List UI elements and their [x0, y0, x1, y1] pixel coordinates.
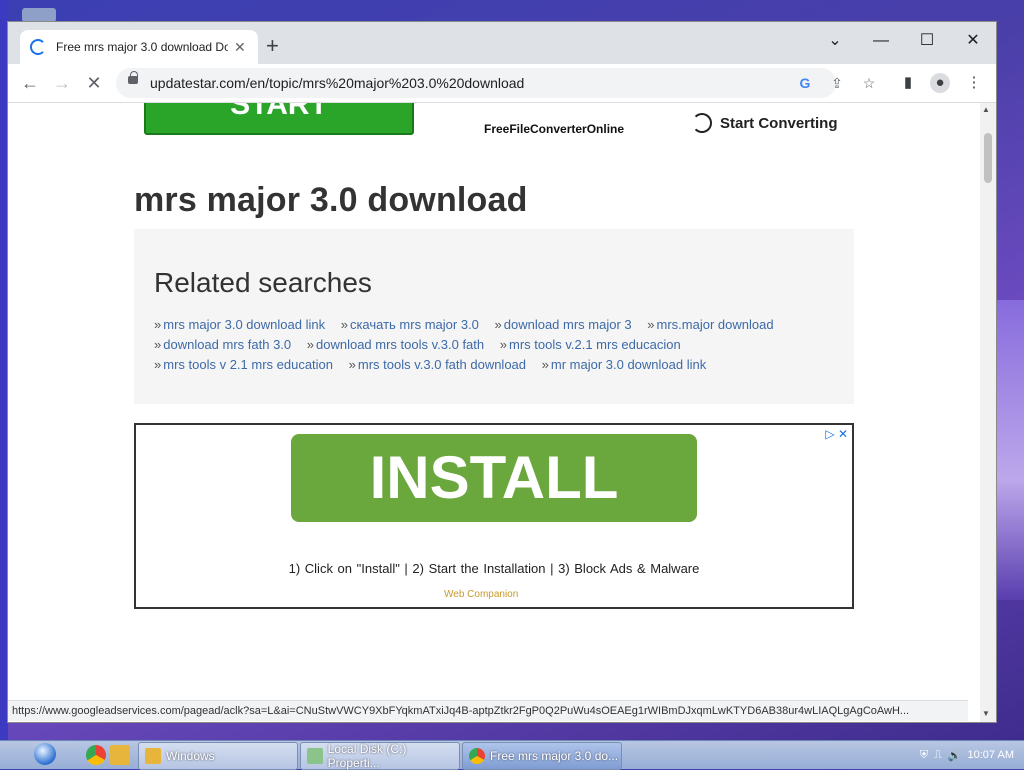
shield-icon[interactable]: ⛨	[920, 749, 928, 762]
adchoices-close-icon[interactable]: ▷ ✕	[825, 427, 848, 441]
browser-toolbar: ← → ✕ updatestar.com/en/topic/mrs%20majo…	[8, 64, 996, 103]
scroll-up-arrow-icon[interactable]: ▲	[982, 105, 990, 114]
related-link[interactable]: скачать mrs major 3.0	[350, 317, 479, 332]
ad-steps: 1) Click on "Install" | 2) Start the Ins…	[288, 561, 700, 576]
google-lens-icon[interactable]: G	[796, 74, 814, 92]
status-bar-url: https://www.googleadservices.com/pagead/…	[8, 700, 968, 721]
clock[interactable]: 10:07 AM	[968, 749, 1014, 761]
back-arrow-icon[interactable]: ←	[18, 72, 42, 94]
ffc-label[interactable]: FreeFileConverterOnline	[484, 122, 624, 136]
windows-logo-icon	[34, 743, 56, 765]
scroll-down-arrow-icon[interactable]: ▼	[982, 709, 990, 718]
stop-loading-icon[interactable]: ✕	[82, 72, 106, 94]
task-browser[interactable]: Free mrs major 3.0 do...	[462, 742, 622, 770]
volume-icon[interactable]: 🔊	[948, 749, 962, 762]
chrome-icon	[469, 748, 485, 764]
vertical-scrollbar[interactable]: ▲ ▼	[980, 103, 996, 722]
menu-kebab-icon[interactable]: ⋮	[964, 73, 984, 93]
related-searches-title: Related searches	[154, 267, 372, 298]
tab-title: Free mrs major 3.0 download Do	[56, 40, 228, 54]
install-button[interactable]: INSTALL	[291, 434, 697, 522]
task-label: Local Disk (C:) Properti...	[327, 742, 407, 770]
related-link[interactable]: mrs tools v 2.1 mrs education	[163, 357, 333, 372]
install-ad[interactable]: ▷ ✕ INSTALL 1) Click on "Install" | 2) S…	[134, 423, 854, 609]
related-link[interactable]: mrs.major download	[657, 317, 774, 332]
chrome-icon[interactable]	[86, 745, 106, 765]
start-button[interactable]	[20, 741, 78, 769]
forward-arrow-icon[interactable]: →	[50, 72, 74, 94]
drive-icon	[307, 748, 323, 764]
related-link[interactable]: mrs tools v.3.0 fath download	[358, 357, 526, 372]
browser-window: Free mrs major 3.0 download Do ✕ + ⌄ — ☐…	[8, 22, 996, 722]
address-bar[interactable]: updatestar.com/en/topic/mrs%20major%203.…	[116, 68, 875, 98]
url-text[interactable]: updatestar.com/en/topic/mrs%20major%203.…	[150, 75, 524, 91]
maximize-button[interactable]: ☐	[912, 28, 942, 54]
task-label: Free mrs major 3.0 do...	[490, 749, 619, 763]
task-windows[interactable]: Windows	[138, 742, 298, 770]
title-bar: Free mrs major 3.0 download Do ✕ + ⌄ — ☐…	[8, 22, 996, 64]
share-icon[interactable]: ⇪	[828, 74, 846, 92]
web-companion-logo: Web Companion	[444, 589, 519, 600]
minimize-button[interactable]: —	[866, 28, 896, 54]
refresh-icon	[692, 113, 712, 133]
related-link[interactable]: download mrs fath 3.0	[163, 337, 291, 352]
desktop-edge	[0, 0, 8, 740]
web-page: START FreeFileConverterOnline Start Conv…	[8, 103, 980, 700]
related-link[interactable]: download mrs major 3	[504, 317, 632, 332]
tab-active[interactable]: Free mrs major 3.0 download Do ✕	[20, 30, 258, 64]
taskbar: Windows Local Disk (C:) Properti... Free…	[0, 740, 1024, 770]
scroll-thumb[interactable]	[984, 133, 992, 183]
start-ad-button[interactable]: START	[144, 103, 414, 135]
tab-close-icon[interactable]: ✕	[234, 39, 246, 56]
system-tray: ⛨ ⎍ 🔊 10:07 AM	[920, 741, 1024, 769]
loading-spinner-icon	[30, 39, 46, 55]
bookmark-star-icon[interactable]: ☆	[860, 74, 878, 92]
desktop-icon[interactable]	[22, 8, 56, 22]
task-label: Windows	[166, 749, 215, 763]
start-converting-label: Start Converting	[720, 114, 838, 132]
tab-search-button[interactable]: ⌄	[820, 28, 850, 54]
page-title: mrs major 3.0 download	[134, 181, 528, 219]
network-icon[interactable]: ⎍	[934, 749, 942, 762]
lock-icon[interactable]	[128, 71, 138, 84]
related-link[interactable]: mrs major 3.0 download link	[163, 317, 325, 332]
related-links: » mrs major 3.0 download link » скачать mr…	[154, 317, 774, 372]
folder-icon	[145, 748, 161, 764]
related-link[interactable]: download mrs tools v.3.0 fath	[316, 337, 484, 352]
start-converting-link[interactable]: Start Converting	[692, 113, 838, 133]
related-link[interactable]: mrs tools v.2.1 mrs educacion	[509, 337, 681, 352]
new-tab-button[interactable]: +	[266, 34, 279, 58]
side-panel-icon[interactable]: ▮	[898, 73, 918, 93]
related-searches-box: Related searches » mrs major 3.0 download…	[134, 229, 854, 404]
related-link[interactable]: mr major 3.0 download link	[551, 357, 706, 372]
close-window-button[interactable]: ✕	[958, 28, 988, 54]
folder-icon[interactable]	[110, 745, 130, 765]
profile-avatar-icon[interactable]: ●	[930, 73, 950, 93]
task-local-disk[interactable]: Local Disk (C:) Properti...	[300, 742, 460, 770]
